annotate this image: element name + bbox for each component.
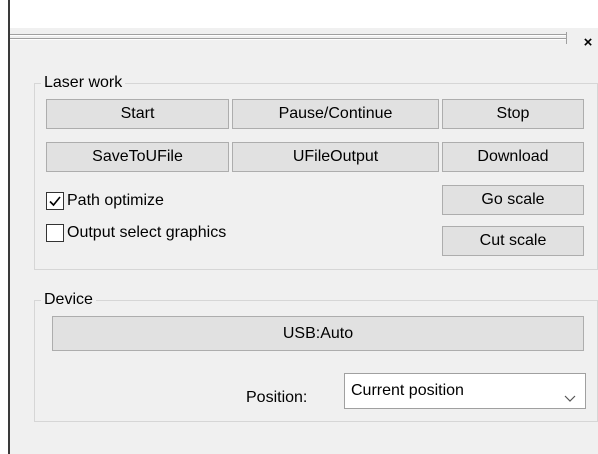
checkmark-icon[interactable] [46, 192, 64, 210]
panel-drag-handle[interactable] [10, 32, 567, 44]
position-select-value: Current position [351, 382, 464, 399]
output-select-graphics-checkbox[interactable]: Output select graphics [46, 221, 226, 245]
laser-work-title: Laser work [41, 73, 126, 93]
download-button[interactable]: Download [442, 142, 584, 172]
chevron-down-icon [563, 384, 577, 402]
grip-line [10, 38, 567, 40]
start-button[interactable]: Start [46, 99, 229, 129]
device-title: Device [41, 290, 96, 310]
ufile-output-button[interactable]: UFileOutput [232, 142, 439, 172]
checkbox-box[interactable] [46, 224, 64, 242]
cut-scale-button[interactable]: Cut scale [442, 226, 584, 256]
close-icon[interactable]: × [581, 35, 595, 50]
laser-control-panel: × Laser work Start Pause/Continue Stop S… [10, 28, 598, 454]
usb-auto-button[interactable]: USB:Auto [52, 316, 584, 351]
stop-button[interactable]: Stop [442, 99, 584, 129]
path-optimize-label: Path optimize [67, 192, 164, 209]
output-select-graphics-label: Output select graphics [67, 224, 227, 241]
pause-continue-button[interactable]: Pause/Continue [232, 99, 439, 129]
position-label: Position: [246, 389, 308, 406]
path-optimize-checkbox[interactable]: Path optimize [46, 189, 164, 213]
grip-end [566, 32, 567, 44]
grip-line [10, 34, 567, 36]
save-to-ufile-button[interactable]: SaveToUFile [46, 142, 229, 172]
go-scale-button[interactable]: Go scale [442, 185, 584, 215]
position-select[interactable]: Current position [344, 373, 586, 409]
